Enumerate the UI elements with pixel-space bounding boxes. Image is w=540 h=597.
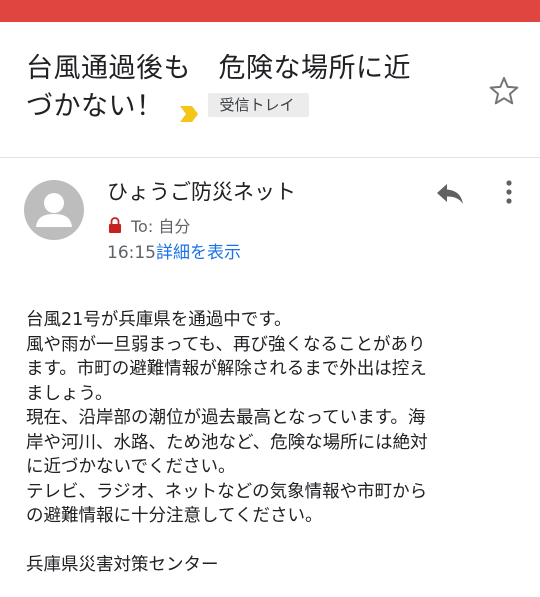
body-line: ます。市町の避難情報が解除されるまで外出は控え	[26, 359, 427, 379]
body-line: 岸や河川、水路、ため池など、危険な場所には絶対	[26, 432, 428, 453]
show-details-link[interactable]: 詳細を表示	[156, 243, 241, 263]
recipient-row[interactable]: To: 自分	[107, 212, 190, 238]
recipient-text: To: 自分	[131, 217, 191, 236]
email-subject: 台風通過後も 危険な場所に近 づかない！ 受信トレイ	[26, 50, 466, 126]
body-line: の避難情報に十分注意してください。	[26, 506, 323, 526]
message-body: 台風21号が兵庫県を通過中です。 風や雨が一旦弱まっても、再び強くなることがあり…	[26, 308, 526, 578]
body-line: 現在、沿岸部の潮位が過去最高となっています。海	[26, 408, 426, 428]
default-avatar-icon[interactable]	[24, 180, 84, 240]
label-chip-inbox[interactable]: 受信トレイ	[207, 92, 309, 117]
subject-header: 台風通過後も 危険な場所に近 づかない！ 受信トレイ	[0, 22, 540, 157]
reply-icon[interactable]	[433, 178, 467, 208]
time-row: 16:15詳細を表示	[107, 240, 241, 266]
body-line: 台風21号が兵庫県を通過中です。	[26, 310, 292, 330]
subject-line-2: づかない！ 受信トレイ	[26, 88, 466, 126]
body-signature: 兵庫県災害対策センター	[26, 555, 219, 575]
body-blank-line	[26, 529, 526, 554]
subject-line-2-text: づかない！	[26, 91, 164, 122]
app-top-bar	[0, 0, 540, 22]
subject-line-1: 台風通過後も 危険な場所に近	[26, 53, 411, 84]
body-line: テレビ、ラジオ、ネットなどの気象情報や市町から	[26, 481, 428, 502]
lock-icon	[107, 216, 123, 234]
more-vert-icon[interactable]	[499, 178, 519, 208]
importance-marker-icon[interactable]	[178, 96, 200, 122]
star-outline-icon[interactable]	[487, 74, 521, 108]
header-divider	[0, 157, 540, 158]
body-line: 風や雨が一旦弱まっても、再び強くなることがあり	[26, 334, 426, 355]
sender-name: ひょうご防災ネット	[107, 180, 296, 204]
body-line: に近づかないでください。	[26, 457, 236, 477]
message-time: 16:15	[107, 243, 156, 263]
body-line: ましょう。	[26, 383, 113, 404]
